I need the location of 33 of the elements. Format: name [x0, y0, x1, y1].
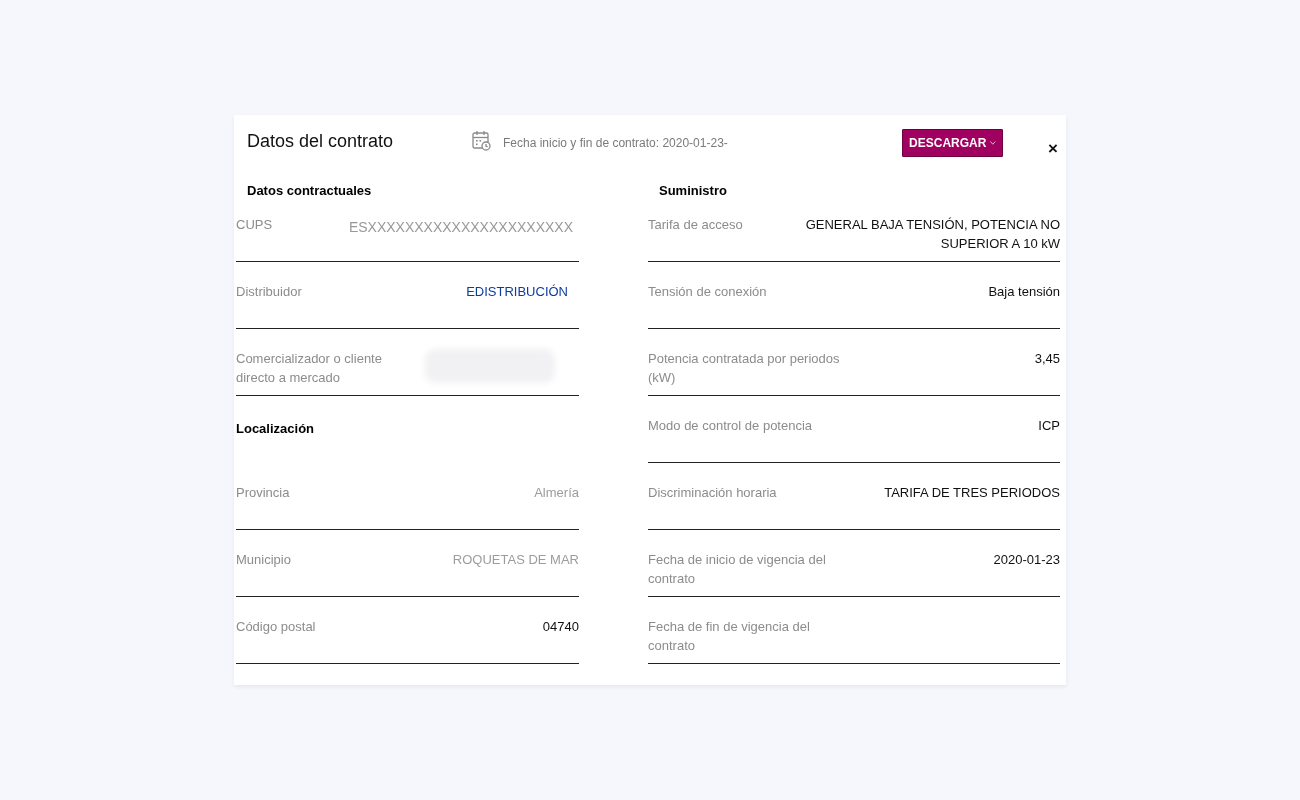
field-value: ESXXXXXXXXXXXXXXXXXXXXXX — [348, 218, 574, 237]
field-label: Provincia — [236, 484, 290, 502]
contract-dates-text: Fecha inicio y fin de contrato: 2020-01-23- — [503, 135, 728, 151]
field-label: Discriminación horaria — [648, 484, 777, 502]
calendar-clock-icon — [472, 130, 491, 151]
section-heading: Localización — [236, 420, 315, 437]
field-label: Potencia contratada por periodos (kW) — [648, 350, 841, 387]
field-value: 04740 — [542, 618, 579, 636]
field-label: Modo de control de potencia — [648, 417, 813, 435]
field-label: Tensión de conexión — [648, 283, 767, 301]
distributor-link[interactable]: EDISTRIBUCIÓN — [466, 282, 579, 301]
field-label: Fecha de fin de vigencia del contrato — [648, 618, 811, 655]
field-value: Almería — [534, 484, 579, 502]
download-button[interactable]: DESCARGAR — [902, 129, 1004, 157]
field-label: CUPS — [236, 216, 273, 234]
field-label: Distribuidor — [236, 283, 302, 301]
field-value: TARIFA DE TRES PERIODOS — [884, 484, 1060, 502]
field-value: GENERAL BAJA TENSIÓN, POTENCIA NO SUPERIOR A 10 kW — [804, 216, 1060, 253]
field-value: 2020-01-23 — [993, 551, 1060, 569]
field-value: ROQUETAS DE MAR — [452, 551, 579, 569]
dialog-title: Datos del contrato — [247, 130, 394, 153]
field-label: Código postal — [236, 618, 316, 636]
field-label: Municipio — [236, 551, 291, 569]
section-heading: Suministro — [659, 182, 727, 199]
field-value: ICP — [1038, 417, 1060, 435]
chevron-down-icon — [990, 140, 997, 146]
field-label: Comercializador o cliente directo a mercado — [236, 350, 383, 387]
field-value: Baja tensión — [988, 283, 1060, 301]
close-button[interactable]: × — [1048, 141, 1058, 157]
section-heading: Datos contractuales — [247, 182, 372, 199]
field-value: 3,45 — [1034, 350, 1060, 368]
field-label: Fecha de inicio de vigencia del contrato — [648, 551, 827, 588]
field-label: Tarifa de acceso — [648, 216, 743, 234]
